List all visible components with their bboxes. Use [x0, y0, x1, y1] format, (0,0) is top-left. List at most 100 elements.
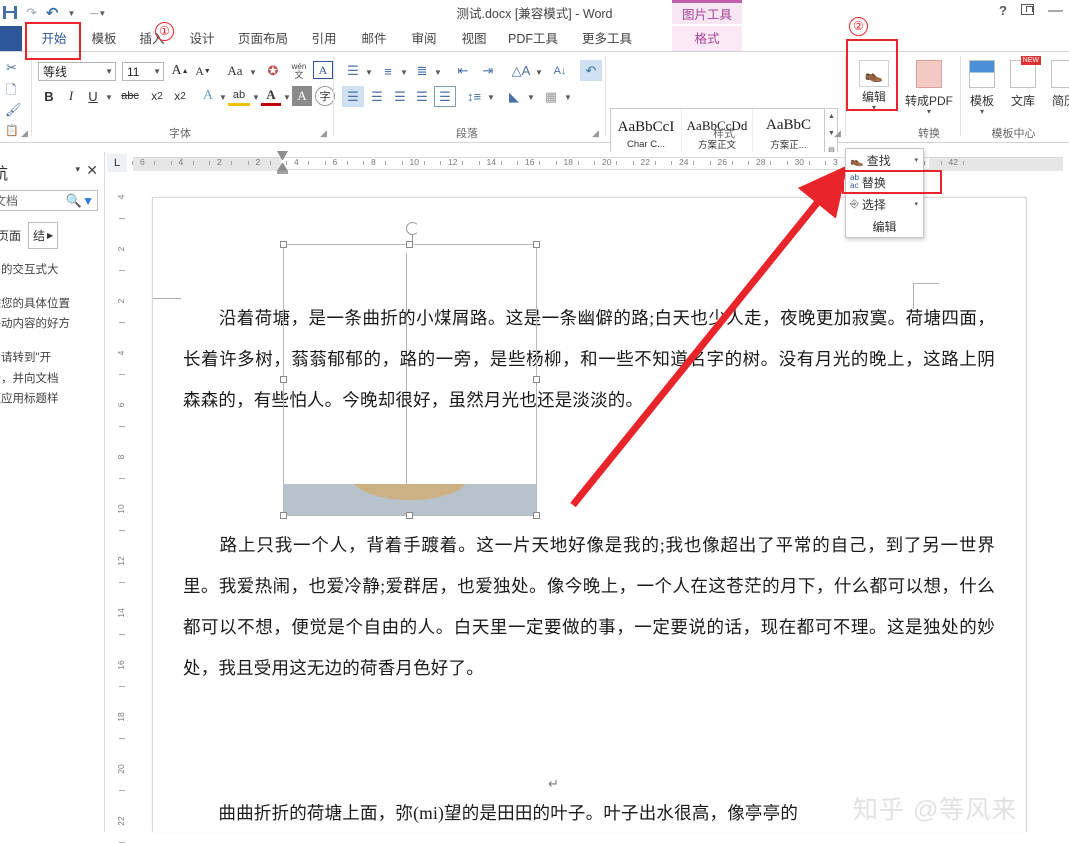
highlight-caret-icon[interactable]: ▼ — [252, 93, 260, 102]
font-dialog-launcher[interactable]: ◢ — [320, 128, 327, 139]
resize-handle-sw[interactable] — [280, 512, 287, 519]
resize-handle-n[interactable] — [406, 241, 413, 248]
nav-tab-pages[interactable]: 页面 — [0, 227, 28, 244]
shading-icon[interactable]: ◣ — [503, 86, 525, 107]
edit-button-caret-icon[interactable]: ▾ — [849, 103, 899, 112]
resize-handle-e[interactable] — [533, 376, 540, 383]
paragraph-dialog-launcher[interactable]: ◢ — [592, 128, 599, 139]
character-shading-button[interactable]: A — [292, 86, 312, 106]
superscript-button[interactable]: x2 — [170, 86, 190, 106]
document-paragraph-2[interactable]: 路上只我一个人，背着手踱着。这一片天地好像是我的;我也像超出了平常的自己，到了另… — [183, 525, 995, 689]
resize-handle-nw[interactable] — [280, 241, 287, 248]
tab-设计[interactable]: 设计 — [180, 26, 224, 52]
align-right-icon[interactable]: ☰ — [389, 86, 411, 107]
chevron-down-icon[interactable]: ▾ — [914, 156, 923, 164]
change-case-button[interactable]: Aa — [222, 61, 248, 81]
chevron-down-icon[interactable]: ▼ — [102, 67, 113, 76]
styles-dialog-launcher[interactable]: ◢ — [834, 128, 841, 139]
copy-icon[interactable]: 🗋 — [6, 81, 16, 103]
font-color-caret-icon[interactable]: ▼ — [283, 93, 291, 102]
resume-button[interactable]: 简历 — [1044, 60, 1069, 109]
underline-caret-icon[interactable]: ▼ — [105, 93, 113, 102]
template-button[interactable]: 模板 ▾ — [962, 60, 1002, 116]
bullets-caret-icon[interactable]: ▼ — [365, 68, 373, 77]
clipboard-dialog-launcher[interactable]: ◢ — [21, 128, 28, 139]
align-center-icon[interactable]: ☰ — [366, 86, 388, 107]
restore-down-icon[interactable] — [1021, 2, 1034, 20]
tab-视图[interactable]: 视图 — [452, 26, 496, 52]
justify-icon[interactable]: ☰ — [411, 86, 433, 107]
navigation-search-input[interactable]: 文档 🔍 ▼ — [0, 190, 98, 211]
bold-button[interactable]: B — [39, 86, 59, 106]
edit-dropdown-menu[interactable]: 👞 查找 ▾ ab ac 替换 ⎆ 选择 ▾ 编辑 — [845, 148, 924, 238]
font-size-combo[interactable]: 11 ▼ — [122, 62, 164, 81]
grow-font-button[interactable]: A ▲ — [170, 61, 190, 81]
sort-icon[interactable]: A↓ — [549, 61, 571, 81]
borders-caret-icon[interactable]: ▼ — [564, 93, 572, 102]
numbered-list-icon[interactable]: ≡ — [377, 61, 399, 81]
chevron-down-icon[interactable]: ▾ — [914, 200, 923, 208]
resize-handle-ne[interactable] — [533, 241, 540, 248]
show-paragraph-marks-icon[interactable]: ↶ — [580, 60, 602, 81]
line-spacing-icon[interactable]: ↕≡ — [463, 86, 485, 107]
file-tab[interactable] — [0, 26, 22, 52]
phonetic-guide-button[interactable]: wén 文 — [288, 61, 310, 81]
tab-格式[interactable]: 格式 — [672, 26, 742, 52]
subscript-button[interactable]: x2 — [147, 86, 167, 106]
menu-item-edit[interactable]: 编辑 — [846, 215, 923, 237]
styles-scroll-up-icon[interactable]: ▲ — [828, 109, 835, 125]
clear-formatting-icon[interactable]: ✪ — [263, 61, 283, 81]
menu-item-select[interactable]: ⎆ 选择 ▾ — [846, 193, 923, 215]
tab-更多工具[interactable]: 更多工具 — [572, 26, 642, 52]
align-left-icon[interactable]: ☰ — [342, 86, 364, 107]
tab-stop-selector[interactable]: L — [107, 154, 127, 172]
menu-item-replace[interactable]: ab ac 替换 — [846, 171, 923, 193]
convert-to-pdf-button[interactable]: 转成PDF ▾ — [900, 60, 958, 116]
line-spacing-caret-icon[interactable]: ▼ — [487, 93, 495, 102]
increase-indent-icon[interactable]: ⇥ — [477, 61, 499, 81]
library-button[interactable]: NEW 文库 — [1003, 56, 1043, 109]
format-painter-icon[interactable]: 🖌 — [5, 102, 22, 118]
asian-layout-icon[interactable]: △A — [510, 61, 532, 81]
decrease-indent-icon[interactable]: ⇤ — [452, 61, 474, 81]
minimize-icon[interactable]: — — [1048, 2, 1063, 20]
resize-handle-s[interactable] — [406, 512, 413, 519]
distribute-icon[interactable]: ☰ — [434, 86, 456, 107]
tab-模板[interactable]: 模板 — [82, 26, 126, 52]
resize-handle-w[interactable] — [280, 376, 287, 383]
shrink-font-button[interactable]: A ▼ — [193, 61, 213, 81]
shading-caret-icon[interactable]: ▼ — [527, 93, 535, 102]
strikethrough-button[interactable]: abc — [117, 86, 143, 106]
text-effects-caret-icon[interactable]: ▼ — [219, 93, 227, 102]
cut-icon[interactable]: ✂ — [6, 60, 17, 76]
borders-icon[interactable]: ▦ — [540, 86, 562, 107]
italic-button[interactable]: I — [61, 86, 81, 106]
text-effects-button[interactable]: A — [198, 86, 218, 106]
tab-开始[interactable]: 开始 — [30, 26, 78, 52]
multilevel-list-icon[interactable]: ≣ — [411, 61, 433, 81]
template-caret-icon[interactable]: ▾ — [962, 107, 1002, 116]
font-name-combo[interactable]: 等线 ▼ — [38, 62, 116, 81]
menu-item-find[interactable]: 👞 查找 ▾ — [846, 149, 923, 171]
tab-pdf工具[interactable]: PDF工具 — [500, 26, 566, 52]
tab-审阅[interactable]: 审阅 — [402, 26, 446, 52]
change-case-caret-icon[interactable]: ▼ — [249, 68, 257, 77]
enclose-character-button[interactable]: 字 — [315, 86, 335, 106]
search-options-caret-icon[interactable]: ▼ — [82, 194, 94, 208]
edit-button[interactable]: 👞 编辑 ▾ — [849, 60, 899, 112]
selected-picture[interactable] — [283, 244, 537, 516]
paste-icon[interactable]: 📋 — [5, 124, 19, 137]
chevron-down-icon[interactable]: ▼ — [150, 67, 161, 76]
help-icon[interactable]: ? — [999, 2, 1007, 20]
numbering-caret-icon[interactable]: ▼ — [400, 68, 408, 77]
resize-handle-se[interactable] — [533, 512, 540, 519]
multilevel-caret-icon[interactable]: ▼ — [434, 68, 442, 77]
text-highlight-button[interactable]: ab — [228, 86, 250, 106]
character-border-button[interactable]: A — [313, 61, 333, 79]
search-icon[interactable]: 🔍 — [66, 193, 82, 209]
nav-tab-results[interactable]: 结 ▶ — [28, 222, 59, 249]
first-line-indent-marker[interactable] — [277, 151, 288, 160]
font-color-button[interactable]: A — [261, 86, 281, 106]
navigation-pane-menu-icon[interactable]: ▾ — [75, 164, 80, 175]
asian-layout-caret-icon[interactable]: ▼ — [535, 68, 543, 77]
